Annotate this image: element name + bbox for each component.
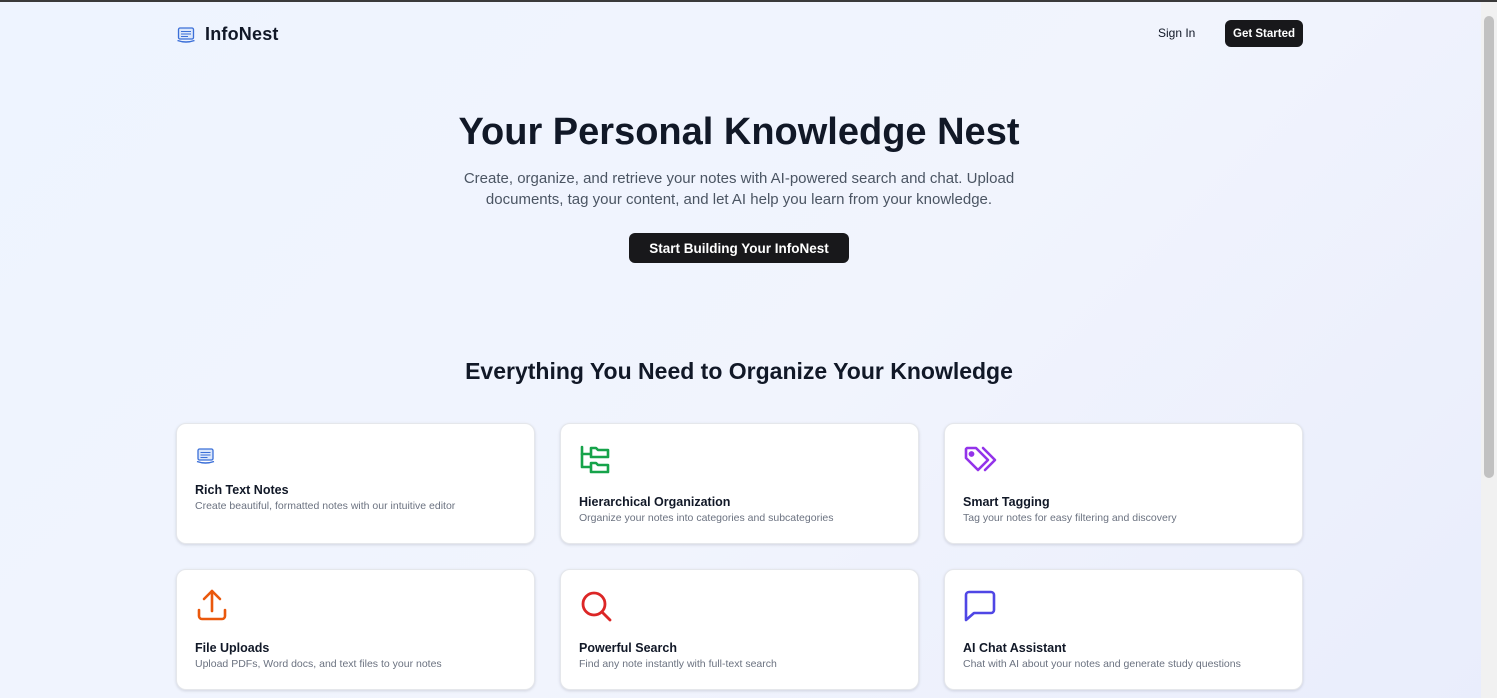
hero-subtitle-line-1: Create, organize, and retrieve your note… [463,170,1015,187]
feature-description: Organize your notes into categories and … [579,512,834,524]
feature-title: Rich Text Notes [195,483,289,497]
features-heading: Everything You Need to Organize Your Kno… [465,358,1013,384]
vertical-scrollbar[interactable] [1481,2,1497,698]
feature-card-hierarchical-organization: Hierarchical Organization Organize your … [560,423,919,544]
feature-card-file-uploads: File Uploads Upload PDFs, Word docs, and… [176,569,535,690]
site-header: InfoNest Sign In Get Started [176,20,1303,48]
feature-description: Tag your notes for easy filtering and di… [963,512,1177,524]
search-icon [579,589,613,623]
brand-logo[interactable]: InfoNest [176,24,279,45]
scrollbar-thumb[interactable] [1484,16,1494,478]
feature-title: File Uploads [195,641,270,655]
folder-tree-icon [579,443,613,477]
tags-icon [963,445,999,475]
start-building-button[interactable]: Start Building Your InfoNest [629,233,849,263]
feature-description: Chat with AI about your notes and genera… [963,658,1241,670]
brand-name: InfoNest [205,24,279,44]
feature-card-rich-text-notes: Rich Text Notes Create beautiful, format… [176,423,535,544]
hero-subtitle-line-2: documents, tag your content, and let AI … [485,191,993,208]
hero-subtitle: Create, organize, and retrieve your note… [449,168,1029,210]
message-square-icon [963,589,997,623]
sign-in-link[interactable]: Sign In [1158,26,1195,40]
upload-icon [195,589,229,623]
notebook-icon [176,25,196,45]
notebook-icon [195,446,217,466]
feature-title: AI Chat Assistant [963,641,1067,655]
feature-title: Smart Tagging [963,495,1050,509]
feature-description: Create beautiful, formatted notes with o… [195,500,456,512]
window-top-border [0,0,1497,2]
feature-description: Find any note instantly with full-text s… [579,658,777,670]
feature-title: Hierarchical Organization [579,495,731,509]
hero-title: Your Personal Knowledge Nest [458,111,1020,153]
feature-card-powerful-search: Powerful Search Find any note instantly … [560,569,919,690]
feature-card-ai-chat-assistant: AI Chat Assistant Chat with AI about you… [944,569,1303,690]
feature-card-smart-tagging: Smart Tagging Tag your notes for easy fi… [944,423,1303,544]
get-started-button[interactable]: Get Started [1225,20,1303,47]
feature-description: Upload PDFs, Word docs, and text files t… [195,658,442,670]
feature-title: Powerful Search [579,641,677,655]
